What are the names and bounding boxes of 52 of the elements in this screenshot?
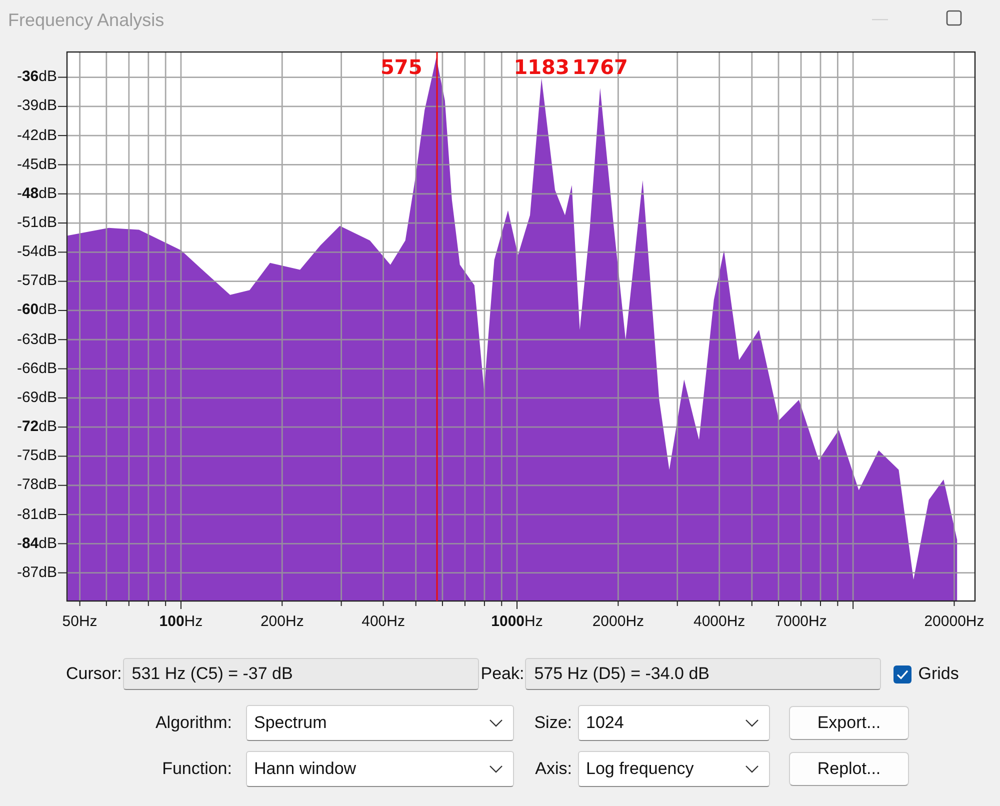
axis-label: -36dB	[16, 68, 57, 86]
axis-label: -51dB	[16, 214, 57, 232]
axis-label: -78dB	[16, 476, 57, 494]
field-label: Size:	[533, 713, 573, 733]
axis-label: -75dB	[16, 447, 57, 466]
readout-label: Peak:	[480, 664, 524, 684]
chevron-icon	[745, 719, 759, 727]
axis-label: -39dB	[16, 97, 57, 116]
chevron-icon	[745, 765, 759, 773]
dropdown[interactable]: Hann window	[246, 751, 514, 787]
axis-label: -60dB	[16, 301, 57, 320]
grids-checkbox[interactable]	[893, 664, 912, 684]
axis-label: -63dB	[16, 330, 57, 349]
axis-label: -66dB	[16, 360, 57, 378]
axis-label: -87dB	[16, 564, 57, 582]
dropdown[interactable]: Spectrum	[246, 705, 514, 741]
dropdown[interactable]: Log frequency	[578, 751, 770, 787]
axis-label: 50Hz	[62, 613, 98, 631]
readout-field: 575 Hz (D5) = -34.0 dB	[525, 658, 882, 690]
action-button[interactable]: Replot...	[789, 752, 909, 786]
axis-label: 1000Hz	[491, 613, 543, 631]
axis-label: 4000Hz	[693, 613, 746, 631]
axis-label: -45dB	[16, 156, 57, 174]
maximize-icon[interactable]	[946, 10, 962, 26]
field-label: Function:	[161, 759, 233, 779]
readout-label: Cursor:	[66, 664, 122, 684]
axis-label: 20000Hz	[924, 613, 984, 631]
chevron-icon	[489, 719, 503, 727]
axis-label: 400Hz	[362, 613, 405, 631]
field-label: Algorithm:	[154, 713, 233, 733]
peak-label: 1183	[514, 55, 570, 79]
action-button[interactable]: Export...	[789, 706, 909, 740]
axis-label: -72dB	[16, 418, 57, 436]
axis-label: 100Hz	[159, 613, 203, 631]
readout-field: 531 Hz (C5) = -37 dB	[122, 658, 479, 690]
window-title: Frequency Analysis	[8, 10, 164, 30]
axis-label: 200Hz	[260, 613, 304, 631]
axis-label: -69dB	[16, 388, 57, 407]
chevron-icon	[489, 765, 503, 773]
dropdown[interactable]: 1024	[578, 705, 770, 741]
axis-label: -81dB	[16, 506, 57, 524]
checkbox-label: Grids	[918, 664, 959, 684]
peak-label: 1767	[572, 55, 628, 79]
axis-label: -48dB	[16, 184, 57, 203]
axis-label: -84dB	[16, 534, 57, 553]
field-label: Axis:	[534, 759, 573, 779]
axis-label: 7000Hz	[775, 613, 827, 631]
axis-label: -57dB	[16, 272, 57, 290]
axis-label: -42dB	[16, 126, 57, 145]
axis-label: -54dB	[16, 243, 57, 262]
axis-label: 2000Hz	[592, 613, 644, 631]
peak-label: 575	[380, 55, 422, 79]
